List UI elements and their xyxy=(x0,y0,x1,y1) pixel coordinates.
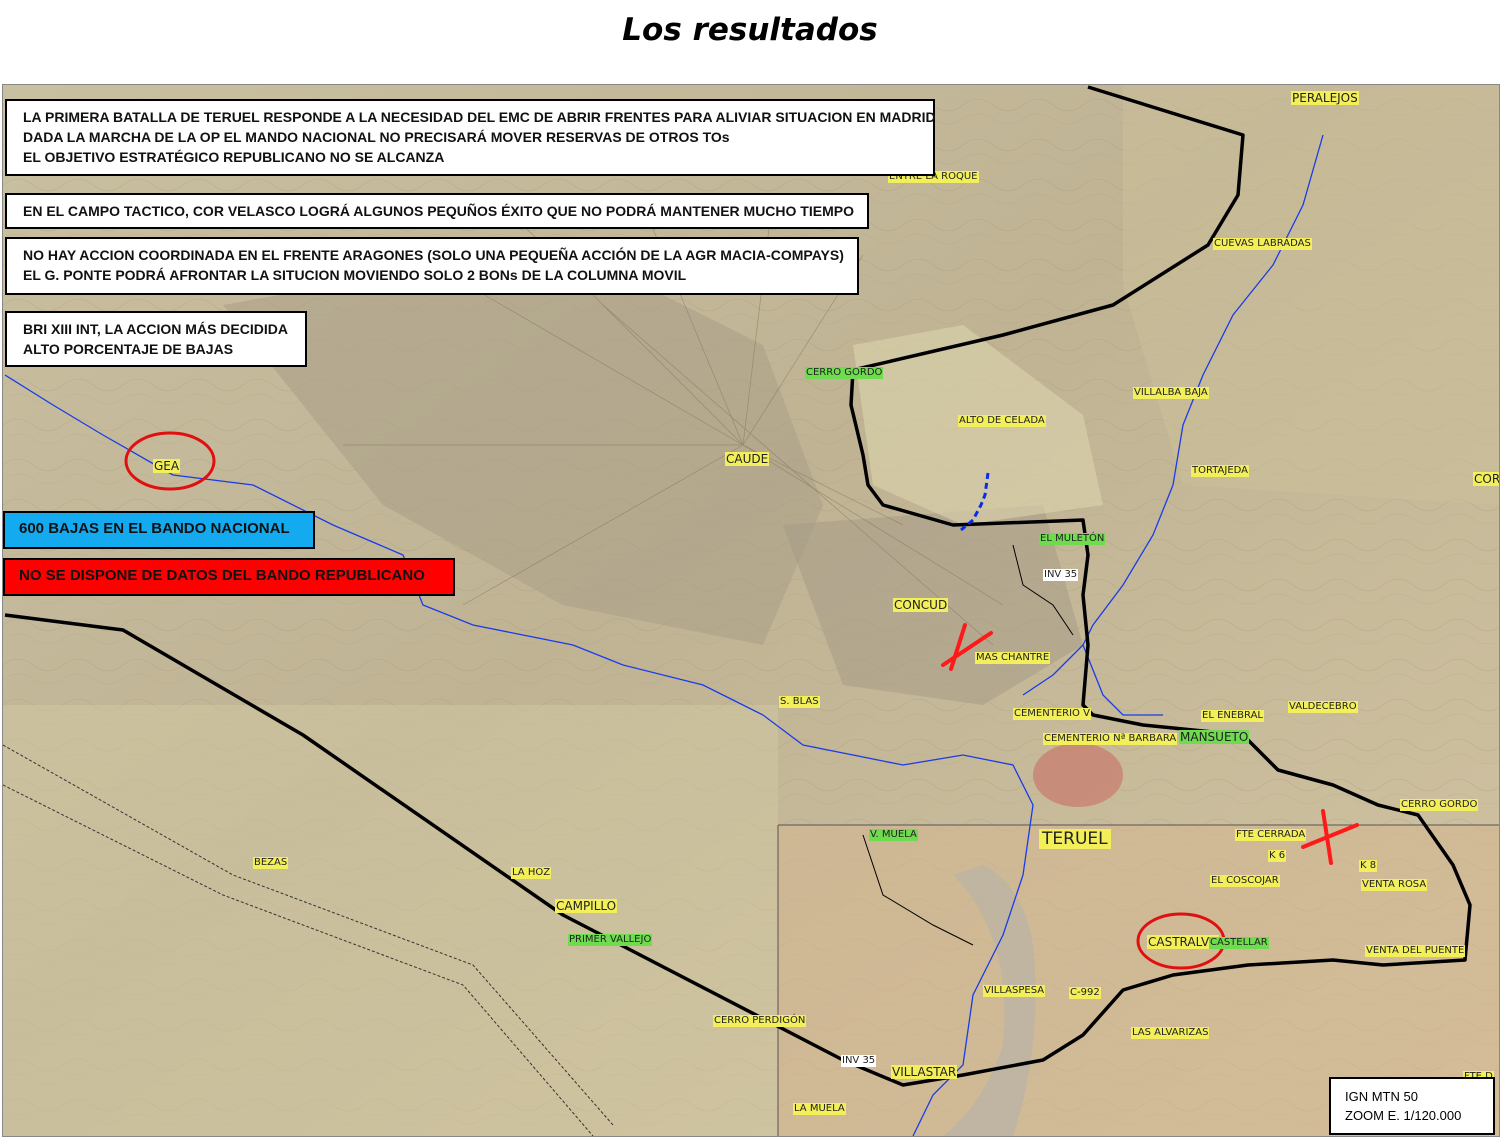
place-label: CONCUD xyxy=(893,598,949,612)
place-label: LA MUELA xyxy=(793,1103,846,1115)
info-box-strategic: LA PRIMERA BATALLA DE TERUEL RESPONDE A … xyxy=(5,99,936,176)
place-label: PRIMER VALLEJO xyxy=(568,934,653,946)
terrain-top-right xyxy=(1123,85,1499,505)
info-line: NO HAY ACCION COORDINADA EN EL FRENTE AR… xyxy=(23,247,844,263)
map-source: IGN MTN 50 xyxy=(1345,1089,1418,1104)
place-label: TORTAJEDA xyxy=(1191,465,1250,477)
terrain-left-bottom xyxy=(3,705,778,1136)
info-line: EN EL CAMPO TACTICO, COR VELASCO LOGRÁ A… xyxy=(23,203,854,219)
page-title: Los resultados xyxy=(622,12,878,48)
place-label: CERRO PERDIGÓN xyxy=(713,1015,807,1027)
place-label: CEMENTERIO V xyxy=(1013,708,1091,720)
place-label: CAMPILLO xyxy=(555,899,618,913)
info-box-aragon-front: NO HAY ACCION COORDINADA EN EL FRENTE AR… xyxy=(5,237,859,295)
place-label: VILLALBA BAJA xyxy=(1133,387,1209,399)
map-zoom: ZOOM E. 1/120.000 xyxy=(1345,1108,1462,1123)
place-label: VENTA DEL PUENTE xyxy=(1365,945,1466,957)
place-label: CEMENTERIO Nª BARBARA xyxy=(1043,733,1178,745)
place-label: INV 35 xyxy=(841,1055,877,1067)
republican-casualties-box: NO SE DISPONE DE DATOS DEL BANDO REPUBLI… xyxy=(3,558,455,596)
info-line: EL OBJETIVO ESTRATÉGICO REPUBLICANO NO S… xyxy=(23,149,445,165)
place-label: VILLASTAR xyxy=(891,1065,958,1079)
place-label: CUEVAS LABRADAS xyxy=(1213,238,1312,250)
place-label: LAS ALVARIZAS xyxy=(1131,1027,1210,1039)
place-label: CAUDE xyxy=(725,452,770,466)
place-label: CASTELLAR xyxy=(1209,937,1269,949)
place-label: TERUEL xyxy=(1039,829,1111,849)
place-label: FTE CERRADA xyxy=(1235,829,1307,841)
info-line: LA PRIMERA BATALLA DE TERUEL RESPONDE A … xyxy=(23,109,936,125)
place-label: VENTA ROSA xyxy=(1361,879,1428,891)
info-box-tactical: EN EL CAMPO TACTICO, COR VELASCO LOGRÁ A… xyxy=(5,193,869,229)
place-label: VILLASPESA xyxy=(983,985,1046,997)
place-label: CERRO GORDO xyxy=(805,367,884,379)
place-label: EL COSCOJAR xyxy=(1210,875,1280,887)
place-label: INV 35 xyxy=(1043,569,1079,581)
place-label: MAS CHANTRE xyxy=(975,652,1051,664)
info-line: BRI XIII INT, LA ACCION MÁS DECIDIDA xyxy=(23,321,288,337)
place-label: S. BLAS xyxy=(779,696,820,708)
map-scale-box: IGN MTN 50 ZOOM E. 1/120.000 xyxy=(1329,1077,1495,1135)
place-label: V. MUELA xyxy=(869,829,918,841)
place-label: CERRO GORDO xyxy=(1400,799,1479,811)
place-label: GEA xyxy=(153,459,181,473)
place-label: MANSUETO xyxy=(1179,730,1250,744)
place-label: C-992 xyxy=(1069,987,1101,999)
place-label: COR xyxy=(1473,472,1500,486)
place-label: PERALEJOS xyxy=(1291,91,1359,105)
info-box-brigade: BRI XIII INT, LA ACCION MÁS DECIDIDA ALT… xyxy=(5,311,307,367)
info-line: EL G. PONTE PODRÁ AFRONTAR LA SITUCION M… xyxy=(23,267,687,283)
place-label: ALTO DE CELADA xyxy=(958,415,1046,427)
place-label: BEZAS xyxy=(253,857,289,869)
info-line: DADA LA MARCHA DE LA OP EL MANDO NACIONA… xyxy=(23,129,730,145)
place-label: EL MULETÓN xyxy=(1039,533,1106,545)
teruel-city xyxy=(1033,743,1123,807)
place-label: VALDECEBRO xyxy=(1288,701,1358,713)
place-label: LA HOZ xyxy=(511,867,552,879)
place-label: EL ENEBRAL xyxy=(1201,710,1265,722)
place-label: K 6 xyxy=(1268,850,1287,862)
nationalist-casualties-box: 600 BAJAS EN EL BANDO NACIONAL xyxy=(3,511,315,549)
info-line: ALTO PORCENTAJE DE BAJAS xyxy=(23,341,234,357)
place-label: K 8 xyxy=(1359,860,1378,872)
